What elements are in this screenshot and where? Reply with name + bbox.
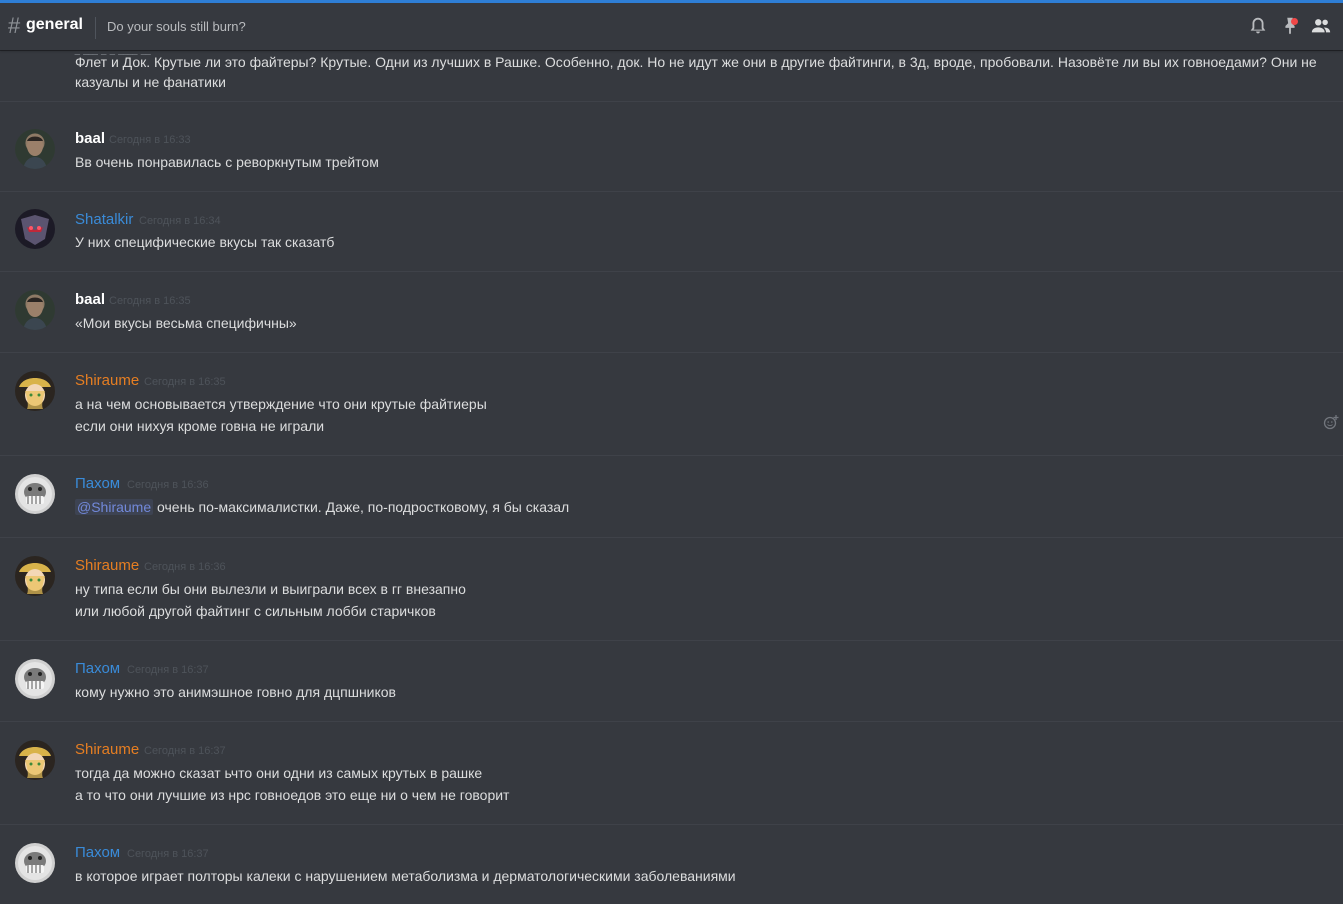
message-text: кому нужно это анимэшное говно для дцпшн…: [75, 684, 396, 700]
timestamp: Сегодня в 16:33: [109, 134, 191, 146]
username[interactable]: Shiraume: [75, 741, 139, 758]
message-text: Вв очень понравилась с реворкнутым трейт…: [75, 154, 379, 170]
avatar[interactable]: [15, 129, 55, 169]
timestamp: Сегодня в 16:37: [127, 664, 209, 676]
avatar-image: [19, 378, 51, 409]
message-group: Пахом Сегодня в 16:37 кому нужно это ани…: [0, 640, 1343, 722]
avatar[interactable]: [15, 556, 55, 596]
avatar-image: [18, 846, 52, 880]
avatar-image: [18, 662, 52, 696]
avatar-image: [23, 297, 47, 330]
timestamp: Сегодня в 16:36: [144, 561, 226, 573]
avatar[interactable]: [15, 474, 55, 514]
channel-header: # general Do your souls still burn?: [0, 3, 1343, 50]
hash-icon: #: [8, 13, 21, 38]
timestamp: Сегодня в 16:34: [139, 215, 221, 227]
pin-icon[interactable]: [1279, 15, 1301, 37]
message-text: «Мои вкусы весьма специфичны»: [75, 315, 297, 331]
message-text: казуалы и не фанатики: [75, 74, 226, 90]
timestamp: Сегодня в 16:35: [109, 295, 191, 307]
avatar[interactable]: [15, 371, 55, 411]
message-group: Shiraume Сегодня в 16:35 а на чем основы…: [0, 352, 1343, 456]
message-text: Флет и Док. Крутые ли это файтеры? Круты…: [75, 54, 1317, 70]
timestamp: Сегодня в 16:37: [144, 745, 226, 757]
avatar-image: [18, 477, 52, 511]
avatar[interactable]: [15, 209, 55, 249]
username[interactable]: Shiraume: [75, 372, 139, 389]
message-group-partial: ‾ ‾‾‾ ‾ ‾ ‾‾‾‾ ‾‾ Флет и Док. Крутые ли …: [0, 50, 1343, 102]
username[interactable]: baal: [75, 130, 105, 147]
username[interactable]: baal: [75, 291, 105, 308]
channel-name: general: [26, 16, 83, 33]
members-icon[interactable]: [1310, 15, 1332, 37]
message-group: Shatalkir Сегодня в 16:34 У них специфич…: [0, 191, 1343, 272]
avatar[interactable]: [15, 290, 55, 330]
timestamp: Сегодня в 16:36: [127, 479, 209, 491]
avatar[interactable]: [15, 740, 55, 780]
message-text: в которое играет полторы калеки с наруше…: [75, 868, 736, 884]
avatar-image: [21, 215, 49, 245]
message-group: Shiraume Сегодня в 16:37 тогда да можно …: [0, 721, 1343, 825]
avatar[interactable]: [15, 843, 55, 883]
avatar-image: [23, 136, 47, 169]
message-text: а то что они лучшие из нрс говноедов это…: [75, 787, 510, 803]
username[interactable]: Пахом: [75, 660, 120, 677]
avatar-image: [19, 563, 51, 594]
timestamp: Сегодня в 16:35: [144, 376, 226, 388]
message-group: baal Сегодня в 16:35 «Мои вкусы весьма с…: [0, 271, 1343, 353]
message-text: если они нихуя кроме говна не играли: [75, 418, 325, 434]
timestamp: Сегодня в 16:37: [127, 848, 209, 860]
username[interactable]: Пахом: [75, 475, 120, 492]
message-text-body: очень по-максималистки. Даже, по-подрост…: [157, 499, 570, 515]
user-mention[interactable]: @Shiraume: [75, 499, 154, 515]
header-divider: [95, 17, 96, 39]
channel-topic[interactable]: Do your souls still burn?: [107, 19, 246, 34]
message-text: ну типа если бы они вылезли и выиграли в…: [75, 581, 466, 597]
avatar-image: [19, 747, 51, 778]
message-group: Shiraume Сегодня в 16:36 ну типа если бы…: [0, 537, 1343, 641]
bell-icon[interactable]: [1247, 15, 1269, 37]
pin-notification-dot: [1291, 18, 1298, 25]
message-text: @Shiraume очень по-максималистки. Даже, …: [75, 499, 569, 515]
message-list[interactable]: ‾ ‾‾‾ ‾ ‾ ‾‾‾‾ ‾‾ Флет и Док. Крутые ли …: [0, 50, 1343, 904]
message-text: или любой другой файтинг с сильным лобби…: [75, 603, 436, 619]
message-group: baal Сегодня в 16:33 Вв очень понравилас…: [0, 110, 1343, 192]
message-text: У них специфические вкусы так сказатб: [75, 234, 335, 250]
username[interactable]: Shiraume: [75, 557, 139, 574]
username[interactable]: Пахом: [75, 844, 120, 861]
avatar[interactable]: [15, 659, 55, 699]
add-reaction-icon[interactable]: [1323, 414, 1339, 430]
message-text: а на чем основывается утверждение что он…: [75, 396, 487, 412]
message-group: Пахом Сегодня в 16:37 в которое играет п…: [0, 824, 1343, 904]
message-text: тогда да можно сказат ьчто они одни из с…: [75, 765, 483, 781]
message-group: Пахом Сегодня в 16:36 @Shiraume очень по…: [0, 455, 1343, 538]
username[interactable]: Shatalkir: [75, 211, 133, 228]
